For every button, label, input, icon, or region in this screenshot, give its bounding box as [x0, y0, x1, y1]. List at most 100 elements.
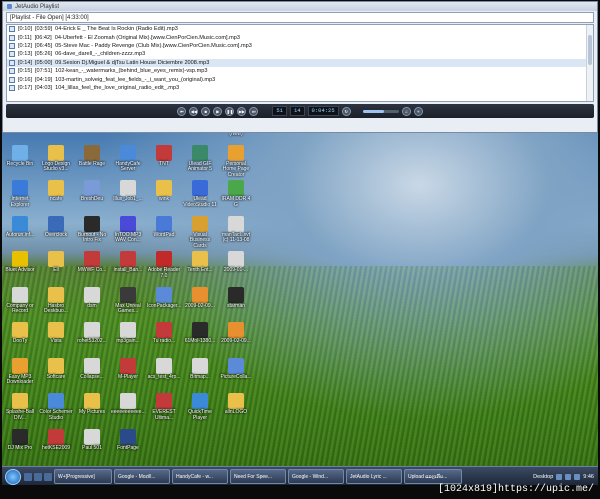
desktop-shortcut[interactable]: WordPad [147, 215, 181, 239]
desktop-shortcut[interactable]: Adobe Reader 7.0 [147, 251, 181, 279]
desktop-shortcut[interactable]: 2009-02-09... [219, 322, 253, 345]
desktop-shortcut[interactable]: Autorun.inf... [3, 215, 37, 239]
desktop-shortcut[interactable]: Softcare [39, 357, 73, 381]
desktop-shortcut[interactable]: My Pictures [75, 393, 109, 416]
desktop-shortcut[interactable]: Visual Business Cards [183, 215, 217, 250]
playlist-track-row[interactable]: [0:12] [06:45] 05-Steve Mac - Paddy Reveng… [7, 42, 593, 50]
desktop-shortcut[interactable]: rohet53202... [75, 322, 109, 345]
desktop-shortcut[interactable]: TNT [147, 144, 181, 168]
desktop-shortcut[interactable]: ncafe [39, 180, 73, 203]
desktop-shortcut[interactable]: IRAM DDR 4 G [219, 180, 253, 208]
playlist-track-row[interactable]: [0:15] [07:51] 102-kean_-_watermarks_(behi… [7, 67, 593, 75]
desktop-shortcut[interactable]: manTacL.svt (c) 11-13-08 [219, 215, 253, 244]
desktop-shortcut[interactable]: M-Player [111, 357, 145, 381]
desktop-shortcut[interactable]: 61Mol-1380... [183, 322, 217, 345]
desktop-shortcut[interactable]: Color Schemer Studio [39, 393, 73, 421]
playlist-list[interactable]: [0:10] [03:59] 04-Erick E _ The Beat Is Ro… [6, 24, 594, 102]
repeat-icon[interactable]: ↻ [341, 106, 351, 116]
desktop-shortcut[interactable]: install_Ban... [111, 251, 145, 274]
desktop-shortcut[interactable]: Collapse... [75, 357, 109, 381]
taskbar-button[interactable]: W+[Progressive] [54, 469, 112, 484]
desktop-shortcut[interactable]: Personal Home Page Creator [219, 144, 253, 179]
next-playlist-icon[interactable]: ⏭ [249, 106, 259, 116]
desktop-shortcut[interactable]: Bluet Advisor [3, 251, 37, 274]
taskbar-button[interactable]: Google - Wind... [288, 469, 344, 484]
desktop-shortcut[interactable]: DooTy [3, 322, 37, 345]
desktop-shortcut[interactable]: Easy MP3 Downloader [3, 357, 37, 386]
desktop-shortcut[interactable]: 2009-02-09... [183, 286, 217, 310]
playlist-track-row[interactable]: [0:13] [05:26] 06-dave_darell_-_children-z… [7, 50, 593, 58]
desktop-shortcut[interactable]: Burnout - No Intro Fix [75, 215, 109, 244]
desktop-shortcut[interactable]: Max Unreal Games... [111, 286, 145, 315]
volume-down-icon[interactable]: – [401, 106, 411, 116]
desktop-shortcut[interactable]: EVEREST Ultima... [147, 393, 181, 421]
desktop-shortcut[interactable]: IconPackager... [147, 286, 182, 310]
scrollbar-thumb[interactable] [588, 35, 592, 65]
playlist-track-row[interactable]: [0:17] [04:03] 104_lillas_feel_the_love_or… [7, 84, 593, 92]
desktop-shortcut[interactable]: Paul 501 [75, 428, 109, 452]
desktop-shortcut[interactable]: Hasbro Deskbuo... [39, 286, 73, 315]
desktop-shortcut[interactable]: Bitmap... [183, 357, 217, 381]
tray-icon[interactable] [565, 473, 572, 480]
playlist-track-row[interactable]: [0:16] [04:19] 103-martin_solveig_feat_lee… [7, 75, 593, 83]
desktop-shortcut[interactable]: hetKSE2009 [39, 428, 73, 452]
desktop-shortcut[interactable]: InTOO MP3 WAV Con... [111, 215, 145, 244]
playlist-scrollbar[interactable] [586, 25, 593, 101]
desktop-shortcut[interactable]: MWWF Co... [75, 251, 109, 274]
quick-launch-icon[interactable] [44, 472, 52, 481]
desktop-shortcut[interactable]: HandyCafe Server [111, 144, 145, 173]
desktop-shortcut[interactable]: mp3gain... [111, 322, 145, 345]
desktop-shortcut[interactable]: PictureColla... [219, 357, 253, 381]
desktop-shortcut[interactable]: Recycle Bin [3, 144, 37, 168]
tray-icon[interactable] [574, 473, 581, 480]
desktop-shortcut[interactable]: Illus_Job1_... [111, 180, 145, 203]
desktop-shortcut[interactable]: Logo Design Studio v3... [39, 144, 73, 173]
shortcut-label: IconPackager... [147, 302, 182, 309]
playlist-track-row[interactable]: [0:14] [05:00] 09.Sesion Dj.Miguel & djTsu… [7, 58, 593, 67]
window-titlebar[interactable]: JetAudio Playlist [3, 2, 597, 11]
tray-icon[interactable] [556, 473, 563, 480]
taskbar-button[interactable]: Need For Spee... [230, 469, 286, 484]
quick-launch-icon[interactable] [34, 472, 42, 481]
volume-up-icon[interactable]: + [413, 106, 423, 116]
desktop-shortcut[interactable]: Company or Record [3, 286, 37, 315]
desktop-shortcut[interactable]: dsm [75, 286, 109, 310]
desktop-shortcut[interactable]: 2009-01-... [219, 251, 253, 274]
desktop-shortcut[interactable]: FontPage [111, 428, 145, 452]
desktop-shortcut[interactable]: Tenth Ent... [183, 251, 217, 274]
desktop-shortcut[interactable]: Tu radio... [147, 322, 181, 345]
desktop-shortcut[interactable]: Battle Rage [75, 144, 109, 168]
desktop-shortcut[interactable]: acs_test_4rp... [147, 357, 181, 381]
volume-slider[interactable] [362, 109, 399, 113]
taskbar-button[interactable]: JetAudio Lyric ... [346, 469, 402, 484]
track-file-icon [9, 51, 15, 58]
desktop-shortcut[interactable]: Vista [39, 322, 73, 345]
pause-icon[interactable]: ❚❚ [225, 106, 235, 116]
playlist-track-row[interactable]: [0:10] [03:59] 04-Erick E _ The Beat Is Ro… [7, 25, 593, 33]
taskbar-button[interactable]: HandyCafe - w... [172, 469, 228, 484]
desktop-shortcut[interactable]: BreshDeu [75, 180, 109, 203]
taskbar-button[interactable]: Upload ແລະເກັບ... [404, 469, 462, 484]
taskbar-button[interactable]: Google - Mozill... [114, 469, 170, 484]
desktop-shortcut[interactable]: QuickTime Player [183, 393, 217, 421]
desktop-shortcut[interactable]: Internet Explorer [3, 180, 37, 208]
forward-icon[interactable]: ▶▶ [237, 106, 247, 116]
start-button[interactable] [5, 468, 21, 485]
desktop-toolbar-label[interactable]: Desktop [533, 474, 553, 480]
desktop-shortcut[interactable]: Ulead VideoStudio 11 [183, 180, 217, 208]
desktop-shortcut[interactable]: starman [219, 286, 253, 310]
rewind-icon[interactable]: ◀◀ [189, 106, 199, 116]
desktop-shortcut[interactable]: Ulead GIF Animator 5 [183, 144, 217, 173]
stop-icon[interactable]: ■ [201, 106, 211, 116]
desktop-shortcut[interactable]: Overclock [39, 215, 73, 239]
desktop-shortcut[interactable]: DJ Mix Pro [3, 428, 37, 452]
prev-playlist-icon[interactable]: ⏮ [177, 106, 187, 116]
quick-launch-icon[interactable] [24, 472, 32, 481]
play-icon[interactable]: ▶ [213, 106, 223, 116]
playlist-track-row[interactable]: [0:11] [06:42] 04-Uberfett - El Zoomah (Or… [7, 33, 593, 41]
desktop-shortcut[interactable]: Splashe-Ball DIV... [3, 393, 37, 421]
desktop-shortcut[interactable]: allnLOGO [219, 393, 253, 416]
desktop-shortcut[interactable]: eeeeeeeeeee... [111, 393, 146, 416]
desktop-shortcut[interactable]: Ell [39, 251, 73, 274]
desktop-shortcut[interactable]: wink [147, 180, 181, 203]
